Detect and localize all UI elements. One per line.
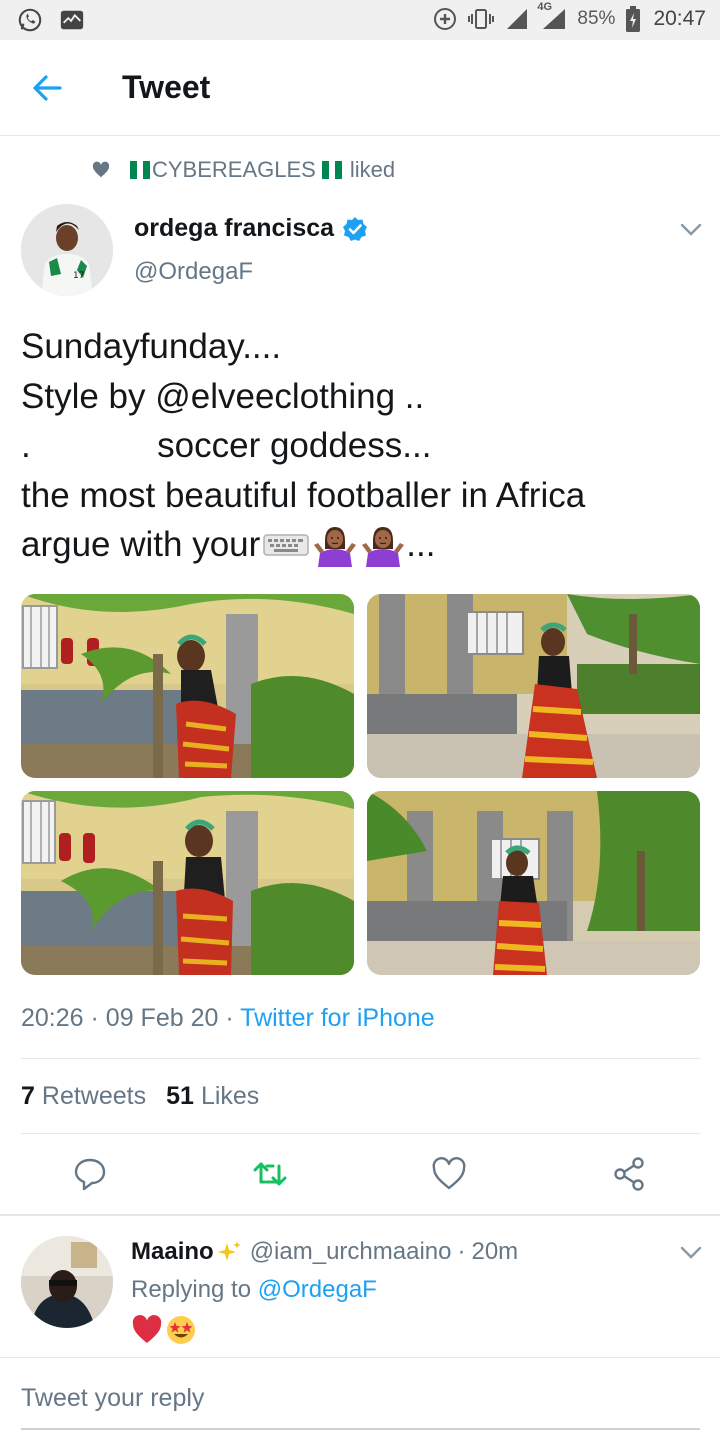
tweet-date: 09 Feb 20: [105, 1004, 219, 1032]
photo-image: [367, 594, 700, 778]
separator: ·: [90, 1004, 99, 1032]
likes-count[interactable]: 51 Likes: [166, 1082, 259, 1111]
replying-label: Replying to: [131, 1276, 252, 1303]
heart-icon: [92, 161, 110, 178]
photo-image: [367, 791, 700, 975]
nigeria-flag-icon: [321, 161, 342, 179]
signal-icon: [507, 9, 528, 29]
tweet-text: Sundayfunday.... Style by @elveeclothing…: [21, 322, 701, 570]
star-struck-emoji-icon: [167, 1316, 195, 1344]
tweet-line: the most beautiful footballer in Africa: [21, 475, 586, 515]
vibrate-icon: [468, 9, 495, 29]
separator: ·: [457, 1238, 466, 1265]
avatar[interactable]: 17: [21, 204, 113, 296]
top-app-bar: Tweet: [0, 40, 720, 136]
engagement-stats: 7 Retweets 51 Likes: [21, 1082, 259, 1111]
tweet-line: Style by @elveeclothing ..: [21, 376, 425, 416]
tweet-line-last: argue with your ...: [21, 520, 701, 570]
reply-author-handle[interactable]: @iam_urchmaaino: [250, 1238, 452, 1266]
reply-header: Maaino @iam_urchmaaino · 20m: [131, 1238, 518, 1266]
tweet-photo[interactable]: [367, 594, 700, 778]
keyboard-emoji-icon: [263, 534, 310, 556]
tweet-time: 20:26: [21, 1004, 84, 1032]
tweet-photo[interactable]: [21, 594, 354, 778]
likes-number: 51: [166, 1082, 194, 1110]
tweet-photo[interactable]: [21, 791, 354, 975]
reply-input[interactable]: Tweet your reply: [21, 1384, 681, 1413]
nigeria-flag-icon: [130, 161, 151, 179]
reply-avatar[interactable]: [21, 1236, 113, 1328]
retweets-count[interactable]: 7 Retweets: [21, 1082, 146, 1111]
divider: [21, 1058, 700, 1059]
retweets-label: Retweets: [41, 1082, 147, 1110]
photo-image: [21, 594, 354, 778]
arrow-left-icon[interactable]: [28, 70, 68, 106]
reply-text: [131, 1314, 197, 1346]
battery-charging-icon: [626, 6, 641, 32]
red-heart-emoji-icon: [132, 1315, 162, 1343]
social-context[interactable]: CYBEREAGLES liked: [92, 156, 395, 184]
reply-icon[interactable]: [72, 1156, 108, 1192]
section-divider: [0, 1214, 720, 1216]
battery-percent: 85%: [577, 8, 616, 29]
reply-time: 20m: [471, 1238, 519, 1265]
replying-to-mention[interactable]: @OrdegaF: [258, 1276, 377, 1303]
photo-image: [21, 791, 354, 975]
social-context-action: liked: [349, 157, 396, 182]
activity-icon: [60, 10, 84, 30]
tweet-line: argue with your: [21, 525, 261, 564]
reply-author-name[interactable]: Maaino: [131, 1238, 214, 1266]
page-title: Tweet: [122, 69, 211, 105]
divider: [21, 1133, 700, 1134]
retweets-number: 7: [21, 1082, 35, 1110]
divider: [0, 1357, 720, 1358]
svg-text:17: 17: [73, 271, 84, 281]
data-saver-icon: [434, 8, 457, 30]
tweet-photo[interactable]: [367, 791, 700, 975]
verified-badge-icon: [343, 216, 368, 241]
avatar-photo: 17: [21, 204, 113, 296]
likes-label: Likes: [200, 1082, 260, 1110]
network-label: 4G: [537, 1, 553, 13]
tweet-line: . soccer goddess...: [21, 426, 432, 465]
author-handle[interactable]: @OrdegaF: [134, 258, 253, 286]
replying-to: Replying to @OrdegaF: [131, 1276, 377, 1304]
whatsapp-icon: [18, 8, 42, 32]
woman-shrugging-emoji-icon: [362, 526, 405, 567]
author-name[interactable]: ordega francisca: [134, 214, 368, 243]
chevron-down-icon[interactable]: [680, 223, 702, 237]
status-time: 20:47: [653, 7, 706, 30]
author-name-text: ordega francisca: [134, 214, 335, 242]
reply-input-underline: [21, 1428, 700, 1430]
social-context-user: CYBEREAGLES: [152, 157, 316, 182]
retweet-icon[interactable]: [252, 1156, 288, 1192]
separator: ·: [225, 1004, 234, 1032]
status-bar: 4G 85% 20:47: [0, 0, 720, 40]
woman-shrugging-emoji-icon: [314, 526, 357, 567]
sparkles-emoji-icon: [217, 1241, 241, 1261]
tweet-line: Sundayfunday....: [21, 327, 282, 366]
tweet-line-tail: ...: [406, 525, 436, 564]
avatar-photo: [21, 1236, 113, 1328]
like-icon[interactable]: [431, 1156, 467, 1192]
tweet-source-link[interactable]: Twitter for iPhone: [240, 1004, 435, 1032]
share-icon[interactable]: [611, 1156, 647, 1192]
chevron-down-icon[interactable]: [680, 1246, 702, 1260]
tweet-timestamp: 20:26 · 09 Feb 20 · Twitter for iPhone: [21, 1004, 435, 1033]
